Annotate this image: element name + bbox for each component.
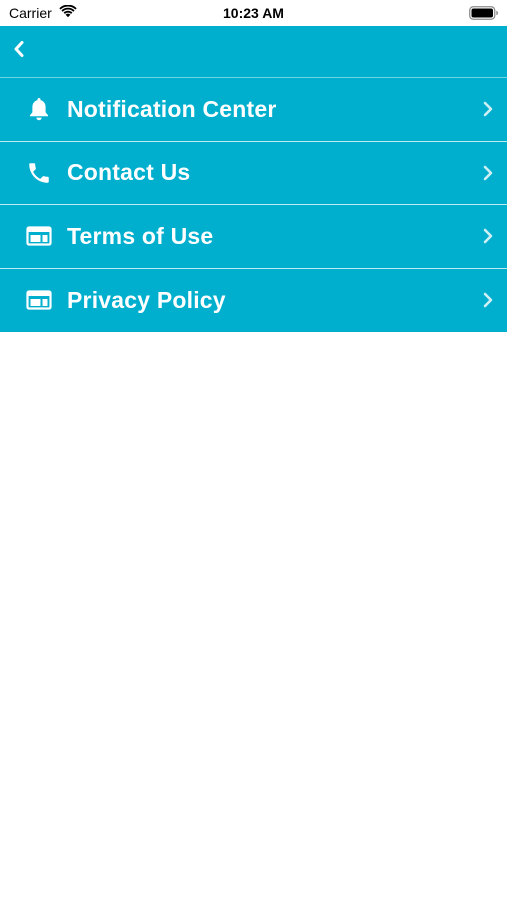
browser-window-icon	[25, 222, 53, 250]
menu-item-notification-center[interactable]: Notification Center	[0, 78, 507, 142]
phone-icon	[25, 159, 53, 187]
bell-icon	[25, 95, 53, 123]
menu-item-label: Notification Center	[67, 95, 277, 122]
menu-item-label: Terms of Use	[67, 222, 214, 249]
battery-full-icon	[469, 6, 499, 25]
menu-item-label: Contact Us	[67, 159, 191, 186]
navigation-bar	[0, 26, 507, 78]
chevron-right-icon	[483, 292, 493, 308]
chevron-right-icon	[483, 101, 493, 117]
menu-item-privacy-policy[interactable]: Privacy Policy	[0, 269, 507, 333]
browser-window-icon	[25, 286, 53, 314]
chevron-left-icon	[12, 40, 26, 63]
status-bar: Carrier 10:23 AM	[0, 0, 507, 26]
menu-item-contact-us[interactable]: Contact Us	[0, 142, 507, 205]
back-button[interactable]	[6, 38, 32, 64]
menu-item-label: Privacy Policy	[67, 286, 226, 313]
chevron-right-icon	[483, 165, 493, 181]
settings-menu: Notification Center Contact Us Terms of …	[0, 78, 507, 332]
menu-item-terms-of-use[interactable]: Terms of Use	[0, 205, 507, 269]
chevron-right-icon	[483, 228, 493, 244]
status-time: 10:23 AM	[223, 5, 284, 21]
